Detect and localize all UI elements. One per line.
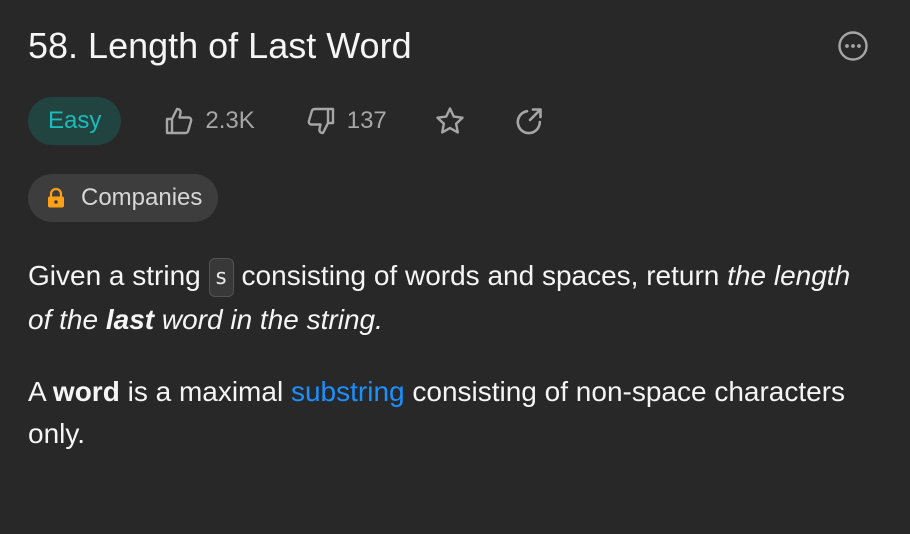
thumbs-down-icon bbox=[307, 107, 334, 135]
problem-meta-row: Easy 2.3K 137 bbox=[28, 97, 545, 145]
description-strong: last bbox=[105, 304, 155, 335]
description-text: Given a string bbox=[28, 260, 209, 291]
description-text: is a maximal bbox=[119, 376, 291, 407]
difficulty-badge: Easy bbox=[28, 97, 122, 145]
more-options-button[interactable] bbox=[837, 30, 869, 62]
inline-code: s bbox=[208, 258, 234, 297]
problem-title: 58. Length of Last Word bbox=[28, 25, 412, 66]
like-count: 2.3K bbox=[205, 107, 255, 134]
description-paragraph: Given a string s consisting of words and… bbox=[28, 255, 870, 341]
title-row: 58. Length of Last Word bbox=[28, 23, 882, 69]
share-icon bbox=[516, 108, 542, 135]
share-button[interactable] bbox=[513, 105, 545, 137]
description-text: A bbox=[28, 376, 53, 407]
companies-tag[interactable]: Companies bbox=[28, 174, 219, 222]
description-paragraph: A word is a maximal substring consisting… bbox=[28, 371, 870, 455]
thumbs-up-icon bbox=[166, 107, 193, 135]
favorite-button[interactable] bbox=[434, 105, 466, 137]
description-strong: word bbox=[52, 376, 120, 407]
lock-icon bbox=[48, 187, 64, 208]
dislike-button[interactable]: 137 bbox=[305, 105, 387, 137]
star-icon bbox=[436, 107, 464, 134]
more-options-icon bbox=[838, 31, 868, 61]
description-emphasis: word in the string. bbox=[154, 304, 383, 335]
substring-link[interactable]: substring bbox=[291, 376, 405, 407]
companies-label: Companies bbox=[81, 184, 203, 211]
problem-description-panel: 58. Length of Last Word Easy 2.3K 137 Co… bbox=[0, 0, 910, 534]
description-text: consisting of words and spaces, return bbox=[233, 260, 728, 291]
dislike-count: 137 bbox=[346, 107, 387, 134]
like-button[interactable]: 2.3K bbox=[163, 105, 255, 137]
